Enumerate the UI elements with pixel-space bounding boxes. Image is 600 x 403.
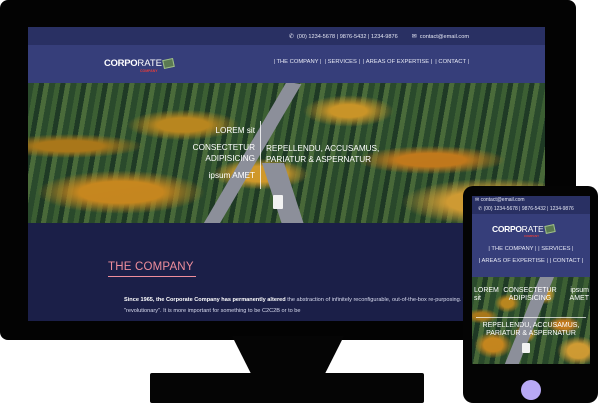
road-image [262, 163, 310, 223]
company-logo[interactable]: CORPO RATE COMPANY [492, 224, 556, 238]
nav-menu: | THE COMPANY | | SERVICES | | AREAS OF … [273, 59, 469, 65]
hero-tagline-right: REPELLENDU, ACCUSAMUS, PARIATUR & ASPERN… [266, 144, 380, 164]
phone-hero-banner: LOREM sit CONSECTETUR ADIPISICING ipsum … [472, 277, 590, 364]
phone-nav-row-2[interactable]: | AREAS OF EXPERTISE | | CONTACT | [472, 258, 590, 264]
contact-bar: ✆ (00) 1234-5678 | 9876-5432 | 1234-9876 … [28, 27, 545, 45]
phone-phone-bar: ✆ (00) 1234-5678 | 9876-5432 | 1234-9876 [472, 205, 590, 214]
main-navigation: CORPO RATE COMPANY | THE COMPANY | | SERV… [28, 45, 545, 83]
phone-contact[interactable]: ✆ (00) 1234-5678 | 9876-5432 | 1234-9876 [289, 33, 398, 40]
phone-home-button[interactable] [521, 380, 541, 400]
hero-tagline-left: LOREM sit CONSECTETUR ADIPISICING ipsum … [192, 126, 255, 180]
vehicle-image [522, 343, 530, 353]
email-icon: ✉ [411, 33, 417, 40]
hero-divider [260, 121, 261, 189]
vehicle-image [273, 195, 283, 209]
nav-item-services[interactable]: | SERVICES | [325, 59, 360, 65]
phone-hero-text-3: ipsum AMET [569, 287, 589, 302]
email-contact[interactable]: ✉ contact@email.com [412, 33, 469, 40]
phone-email-bar: ✉ contact@email.com [472, 196, 590, 205]
phone-hero-divider [476, 317, 586, 318]
monitor-stand-neck [232, 336, 344, 376]
phone-navigation: CORPO RATE COMPANY | THE COMPANY | | SERV… [472, 214, 590, 277]
nav-item-contact[interactable]: | CONTACT | [435, 59, 469, 65]
monitor-stand-base [150, 373, 424, 403]
logo-mark-icon [162, 57, 175, 70]
phone-screen: ✉ contact@email.com ✆ (00) 1234-5678 | 9… [472, 196, 590, 364]
phone-nav-row-1[interactable]: | THE COMPANY | | SERVICES | [472, 246, 590, 252]
phone-hero-text-1: LOREM sit [474, 287, 499, 302]
logo-mark-icon [543, 224, 556, 234]
nav-item-company[interactable]: | THE COMPANY | [273, 59, 321, 65]
company-logo[interactable]: CORPO RATE COMPANY [104, 57, 175, 73]
nav-item-expertise[interactable]: | AREAS OF EXPERTISE | [363, 59, 432, 65]
phone-icon: ✆ [288, 33, 294, 40]
heading-underline [108, 276, 196, 277]
phone-hero-text-4: REPELLENDU, ACCUSAMUS, PARIATUR & ASPERN… [482, 322, 580, 337]
phone-hero-text-2: CONSECTETUR ADIPISICING [503, 287, 557, 302]
section-heading: THE COMPANY [108, 261, 194, 273]
